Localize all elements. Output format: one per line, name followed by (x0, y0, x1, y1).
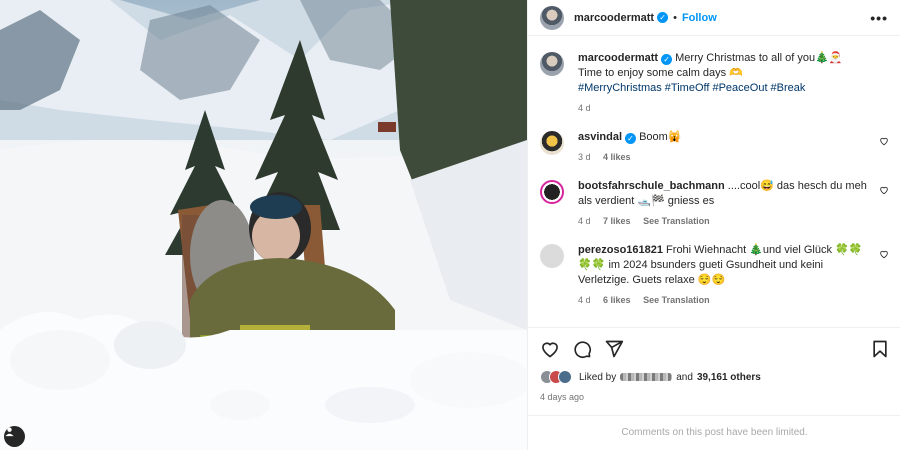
verified-icon: ✓ (625, 133, 637, 144)
comment-username[interactable]: asvindal (578, 131, 622, 143)
comment-likes[interactable]: 4 likes (603, 152, 631, 162)
liker-avatars[interactable] (540, 370, 572, 384)
comments-limited-notice: Comments on this post have been limited. (528, 415, 900, 450)
post-photo[interactable] (0, 0, 527, 450)
caption: marcoodermatt ✓ Merry Christmas to all of… (540, 51, 889, 116)
caption-line2: Time to enjoy some calm days 🫶 (578, 67, 743, 79)
comment-avatar[interactable] (540, 180, 564, 204)
comment-text: Boom🙀 (639, 131, 682, 143)
caption-line1: Merry Christmas to all of you🎄🎅 (675, 52, 843, 64)
see-translation-link[interactable]: See Translation (643, 295, 710, 305)
comment-icon[interactable] (572, 339, 592, 359)
post-actions: Liked by and 39,161 others 4 days ago (528, 327, 900, 402)
author-username[interactable]: marcoodermatt (574, 12, 654, 24)
follow-button[interactable]: Follow (682, 12, 717, 24)
verified-icon: ✓ (657, 12, 669, 23)
photo-scene (0, 0, 527, 450)
share-icon[interactable] (604, 339, 624, 359)
comments-list[interactable]: marcoodermatt ✓ Merry Christmas to all of… (528, 37, 900, 326)
post-date[interactable]: 4 days ago (540, 392, 889, 402)
comment-likes[interactable]: 7 likes (603, 216, 631, 226)
post-header: marcoodermatt ✓ • Follow ••• (528, 0, 900, 36)
comment-item: perezoso161821 Frohi Wiehnacht 🎄und viel… (540, 243, 889, 308)
comment-time: 4 d (578, 295, 591, 305)
likes-summary: Liked by and 39,161 others (540, 370, 889, 384)
more-icon[interactable]: ••• (870, 10, 888, 26)
comment-likes[interactable]: 6 likes (603, 295, 631, 305)
comment-username[interactable]: bootsfahrschule_bachmann (578, 180, 725, 192)
heart-icon[interactable] (879, 136, 889, 146)
user-tag-icon[interactable] (4, 426, 25, 447)
heart-icon[interactable] (879, 249, 889, 259)
action-icons (540, 338, 889, 360)
comment-item: bootsfahrschule_bachmann ....cool😅 das h… (540, 179, 889, 229)
comment-username[interactable]: perezoso161821 (578, 244, 663, 256)
comment-avatar[interactable] (540, 244, 564, 268)
caption-time: 4 d (578, 103, 591, 113)
author-avatar[interactable] (540, 5, 564, 30)
header-separator: • (673, 11, 677, 24)
see-translation-link[interactable]: See Translation (643, 216, 710, 226)
comment-time: 4 d (578, 216, 591, 226)
comment-item: asvindal ✓ Boom🙀 3 d 4 likes (540, 130, 889, 165)
caption-avatar[interactable] (540, 52, 564, 76)
verified-icon: ✓ (661, 54, 673, 65)
heart-icon[interactable] (540, 339, 560, 359)
caption-hashtags[interactable]: #MerryChristmas #TimeOff #PeaceOut #Brea… (578, 81, 867, 96)
liker-username[interactable] (620, 373, 673, 381)
post-side-panel: marcoodermatt ✓ • Follow ••• marcooderma… (527, 0, 900, 450)
comment-time: 3 d (578, 152, 591, 162)
comment-avatar[interactable] (540, 131, 564, 155)
heart-icon[interactable] (879, 185, 889, 195)
likes-count[interactable]: 39,161 others (697, 372, 761, 383)
liked-by-label: Liked by (579, 371, 617, 383)
bookmark-icon[interactable] (871, 339, 889, 359)
likes-and-label: and (676, 371, 693, 383)
caption-username[interactable]: marcoodermatt (578, 52, 658, 64)
